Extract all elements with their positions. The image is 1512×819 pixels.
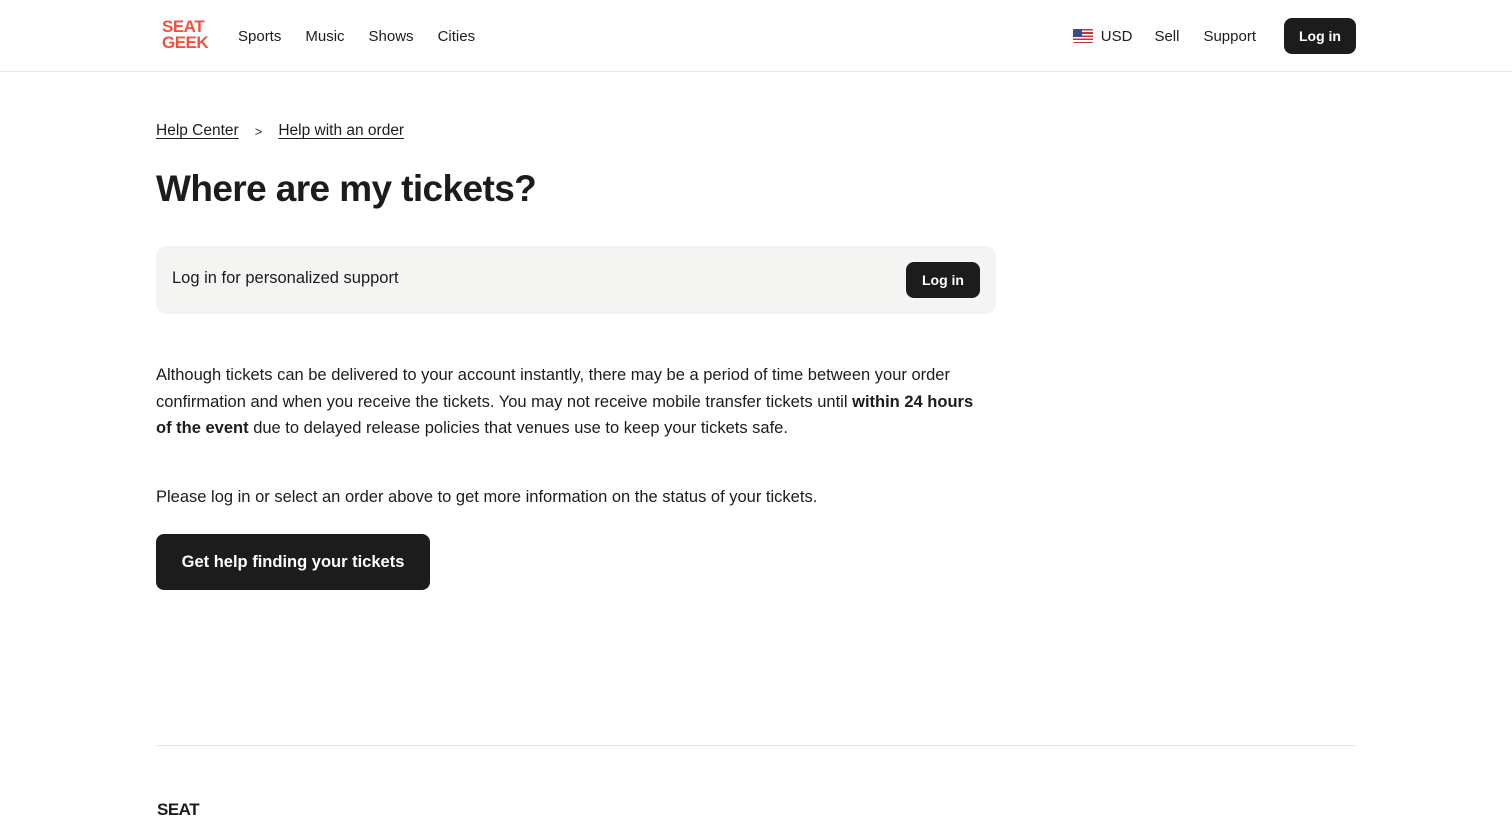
chevron-right-icon: > [254,123,263,139]
login-instruction-paragraph: Please log in or select an order above t… [156,488,818,506]
currency-label: USD [1100,27,1133,45]
header-login-button[interactable]: Log in [1284,18,1356,54]
delivery-info-text-start: Although tickets can be delivered to you… [156,366,950,411]
breadcrumb-help-center[interactable]: Help Center [156,122,239,140]
currency-selector[interactable]: USD [1072,27,1133,45]
breadcrumb: Help Center > Help with an order [156,122,404,140]
delivery-info-paragraph: Although tickets can be delivered to you… [156,362,986,442]
logo-bottom-text: GEEK [162,33,209,52]
seatgeek-logo[interactable]: SEAT GEEK [162,18,209,53]
page-title: Where are my tickets? [156,168,537,209]
nav-music[interactable]: Music [305,28,344,45]
main-nav: Sports Music Shows Cities [238,0,475,72]
nav-shows[interactable]: Shows [369,28,414,45]
nav-sports[interactable]: Sports [238,28,281,45]
footer-divider [156,745,1356,746]
delivery-info-text-end: due to delayed release policies that ven… [248,419,788,437]
breadcrumb-help-with-order[interactable]: Help with an order [278,122,404,140]
login-prompt-card: Log in for personalized support Log in [156,246,996,314]
support-link[interactable]: Support [1203,28,1256,45]
card-login-button[interactable]: Log in [906,262,980,298]
us-flag-icon [1072,29,1093,43]
account-nav: USD Sell Support Log in [1072,0,1356,72]
get-help-finding-tickets-button[interactable]: Get help finding your tickets [156,534,430,590]
footer-logo[interactable]: SEAT [157,801,200,818]
top-navigation: SEAT GEEK Sports Music Shows Cities USD … [0,0,1512,72]
nav-cities[interactable]: Cities [438,28,476,45]
sell-link[interactable]: Sell [1154,28,1179,45]
login-prompt-text: Log in for personalized support [172,269,399,287]
